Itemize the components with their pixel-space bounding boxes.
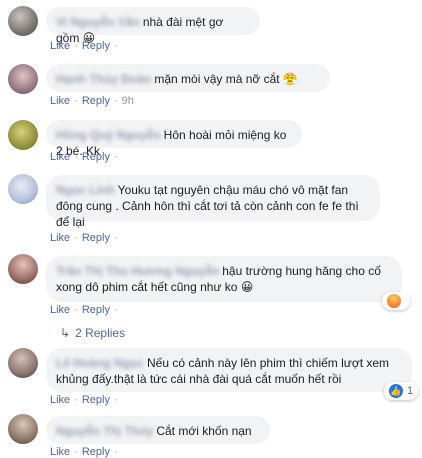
comment-1: Vi Nguyễn Vân nhà đài mệt gơ gồm 😀 Like · R… bbox=[0, 0, 422, 52]
reply-link[interactable]: Reply bbox=[82, 95, 110, 107]
avatar[interactable] bbox=[8, 348, 38, 378]
reply-link[interactable]: Reply bbox=[82, 40, 110, 52]
comment-bubble: Lê Hoàng Ngọc Nếu có cảnh này lên phim th… bbox=[46, 348, 412, 392]
comment-author[interactable]: Vi Nguyễn Vân bbox=[56, 15, 140, 29]
comment-author[interactable]: Nguyễn Thị Thúy bbox=[56, 424, 153, 438]
comment-author[interactable]: Trần Thị Thu Hương Nguyễn bbox=[56, 264, 219, 278]
comment-author[interactable]: Hạnh Thùy Đoàn bbox=[56, 72, 151, 86]
like-link[interactable]: Like bbox=[50, 40, 70, 52]
comment-7: Nguyễn Thị Thúy Cắt mới khốn nạn Like · Rep… bbox=[0, 408, 422, 458]
reply-arrow-icon: ↳ bbox=[60, 326, 71, 340]
reply-link[interactable]: Reply bbox=[82, 446, 110, 458]
like-link[interactable]: Like bbox=[50, 151, 70, 163]
like-link[interactable]: Like bbox=[50, 232, 70, 244]
reaction-count: 1 bbox=[407, 385, 414, 397]
comment-3: Hồng Quý Nguyễn Hôn hoài mỏi miệng ko 2 b… bbox=[0, 114, 422, 166]
comment-actions: Like · Reply · bbox=[50, 151, 118, 163]
comment-4: Ngọc Linh Youku tạt nguyên chậu máu chó v… bbox=[0, 168, 422, 248]
like-link[interactable]: Like bbox=[50, 304, 70, 316]
replies-count[interactable]: 2 Replies bbox=[75, 326, 125, 340]
comment-text: Cắt mới khốn nạn bbox=[156, 424, 252, 438]
like-link[interactable]: Like bbox=[50, 446, 70, 458]
avatar[interactable] bbox=[8, 64, 38, 94]
comment-6: Lê Hoàng Ngọc Nếu có cảnh này lên phim th… bbox=[0, 344, 422, 406]
comment-text: mặn mòi vậy mà nỡ cắt 😤 bbox=[154, 72, 298, 86]
avatar[interactable] bbox=[8, 6, 38, 36]
comment-bubble: Hạnh Thùy Đoàn mặn mòi vậy mà nỡ cắt 😤 bbox=[46, 64, 330, 92]
view-replies-link[interactable]: ↳ 2 Replies bbox=[60, 326, 125, 340]
comment-bubble: Hồng Quý Nguyễn Hôn hoài mỏi miệng ko 2 b… bbox=[46, 120, 302, 158]
comment-5: Trần Thị Thu Hương Nguyễn hậu trường hung… bbox=[0, 250, 422, 342]
comment-actions: Like · Reply · bbox=[50, 446, 118, 458]
comment-actions: Like · Reply · 9h bbox=[50, 95, 134, 107]
comment-author[interactable]: Hồng Quý Nguyễn bbox=[56, 128, 161, 142]
avatar[interactable] bbox=[8, 414, 38, 444]
reply-link[interactable]: Reply bbox=[82, 394, 110, 406]
reply-link[interactable]: Reply bbox=[82, 232, 110, 244]
like-link[interactable]: Like bbox=[50, 95, 70, 107]
reaction-summary[interactable]: 👍 1 bbox=[384, 382, 419, 400]
comment-time[interactable]: 9h bbox=[122, 95, 134, 107]
reaction-summary[interactable] bbox=[382, 292, 410, 310]
comment-author[interactable]: Ngọc Linh bbox=[56, 183, 115, 197]
comment-bubble: Trần Thị Thu Hương Nguyễn hậu trường hung… bbox=[46, 256, 402, 302]
comment-2: Hạnh Thùy Đoàn mặn mòi vậy mà nỡ cắt 😤 Li… bbox=[0, 58, 422, 110]
comment-bubble: Nguyễn Thị Thúy Cắt mới khốn nạn bbox=[46, 416, 270, 444]
comment-actions: Like · Reply · bbox=[50, 394, 118, 406]
comment-actions: Like · Reply · bbox=[50, 304, 118, 316]
comment-bubble: Vi Nguyễn Vân nhà đài mệt gơ gồm 😀 bbox=[46, 7, 260, 45]
avatar[interactable] bbox=[8, 120, 38, 150]
comment-author[interactable]: Lê Hoàng Ngọc bbox=[56, 356, 144, 370]
angry-reaction-icon bbox=[387, 294, 401, 308]
reply-link[interactable]: Reply bbox=[82, 151, 110, 163]
like-link[interactable]: Like bbox=[50, 394, 70, 406]
reply-link[interactable]: Reply bbox=[82, 304, 110, 316]
avatar[interactable] bbox=[8, 254, 38, 284]
like-reaction-icon: 👍 bbox=[389, 384, 403, 398]
comment-actions: Like · Reply · bbox=[50, 232, 118, 244]
comment-bubble: Ngọc Linh Youku tạt nguyên chậu máu chó v… bbox=[46, 175, 380, 229]
avatar[interactable] bbox=[8, 174, 38, 204]
comment-actions: Like · Reply · bbox=[50, 40, 118, 52]
